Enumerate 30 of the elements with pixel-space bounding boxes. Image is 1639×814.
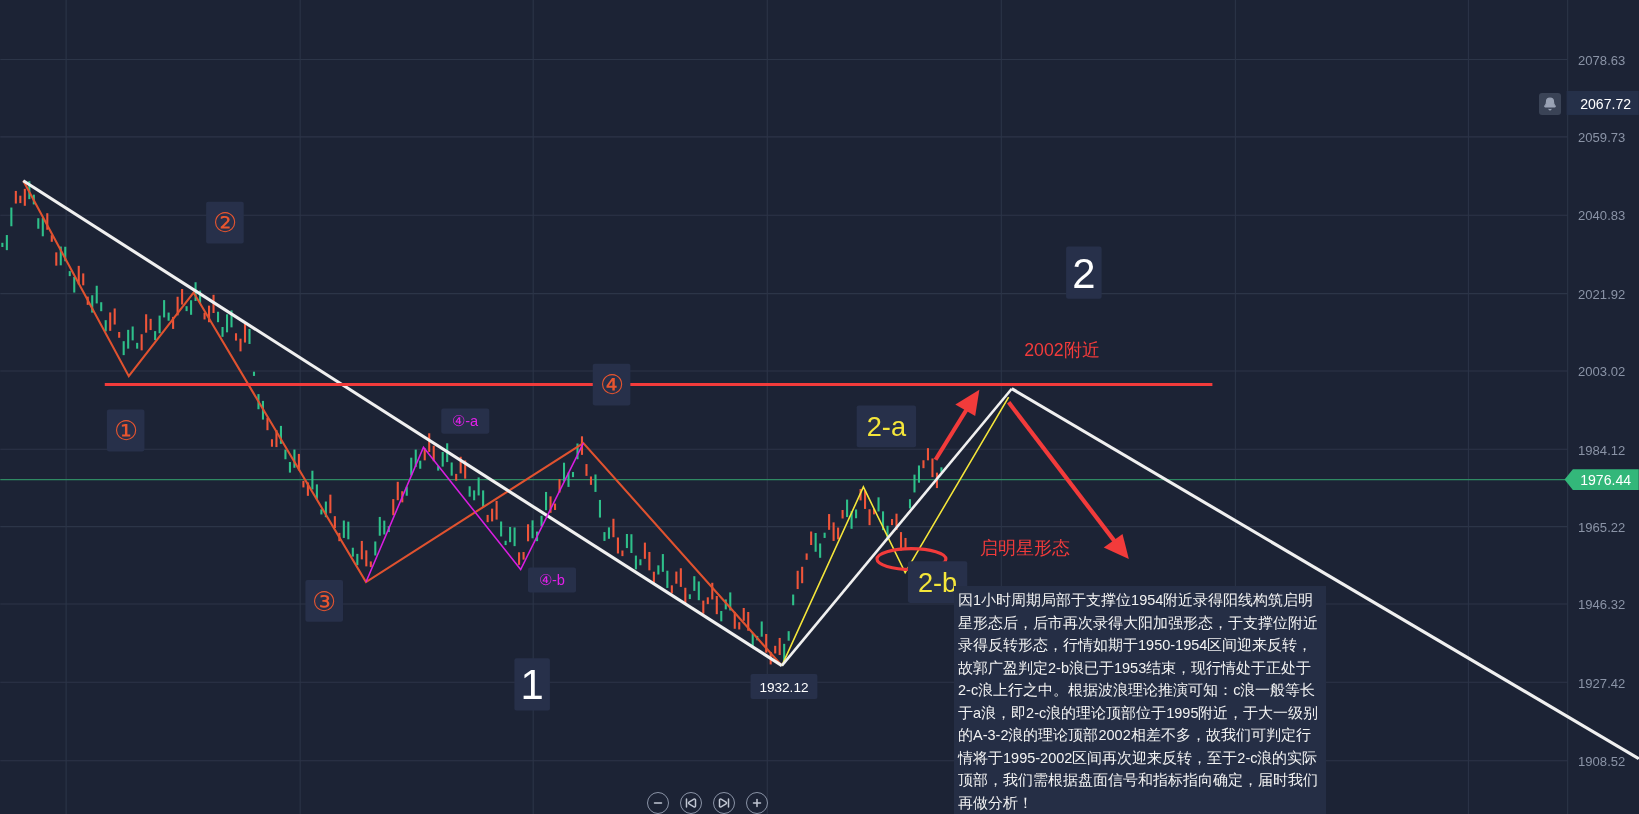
axis-tick-label: 1908.52 bbox=[1578, 753, 1626, 769]
axis-tick-label: 2040.83 bbox=[1578, 208, 1626, 224]
axis-tick-label: 1984.12 bbox=[1578, 442, 1626, 458]
axis-tick-label: 1927.42 bbox=[1578, 675, 1626, 691]
target-label: 2002附近 bbox=[1024, 340, 1100, 361]
pattern-label: 启明星形态 bbox=[980, 537, 1071, 558]
wave-label: 1 bbox=[514, 658, 550, 711]
skip-back-icon bbox=[685, 797, 697, 809]
axis-tick-label: 1946.32 bbox=[1578, 597, 1626, 613]
axis-tick-label: 1965.22 bbox=[1578, 519, 1626, 535]
wave-label: 2 bbox=[1066, 246, 1102, 299]
wave-label: ② bbox=[206, 201, 244, 244]
plus-icon bbox=[751, 797, 763, 809]
arrow bbox=[933, 389, 980, 461]
axis-tick-label: 2003.02 bbox=[1578, 364, 1626, 380]
wave-label: ③ bbox=[305, 579, 343, 622]
current-price-tag: 1976.44 bbox=[1564, 469, 1639, 491]
wave-label: 2-a bbox=[856, 405, 917, 448]
alert-price-label: 2067.72 bbox=[1566, 90, 1639, 115]
alert-bell-button[interactable] bbox=[1539, 93, 1561, 115]
wave-label: ④-a bbox=[441, 408, 490, 434]
wave-label: ④-b bbox=[527, 567, 577, 593]
axis-tick-label: 2078.63 bbox=[1578, 52, 1626, 68]
wave-label: ④ bbox=[592, 363, 631, 406]
wave-label: ① bbox=[106, 409, 145, 452]
price-label: 1932.12 bbox=[750, 674, 818, 700]
bell-icon bbox=[1543, 97, 1557, 111]
axis-tick-label: 2059.73 bbox=[1578, 130, 1626, 146]
skip-forward-icon bbox=[718, 797, 730, 809]
axis-tick-label: 2021.92 bbox=[1578, 286, 1626, 302]
